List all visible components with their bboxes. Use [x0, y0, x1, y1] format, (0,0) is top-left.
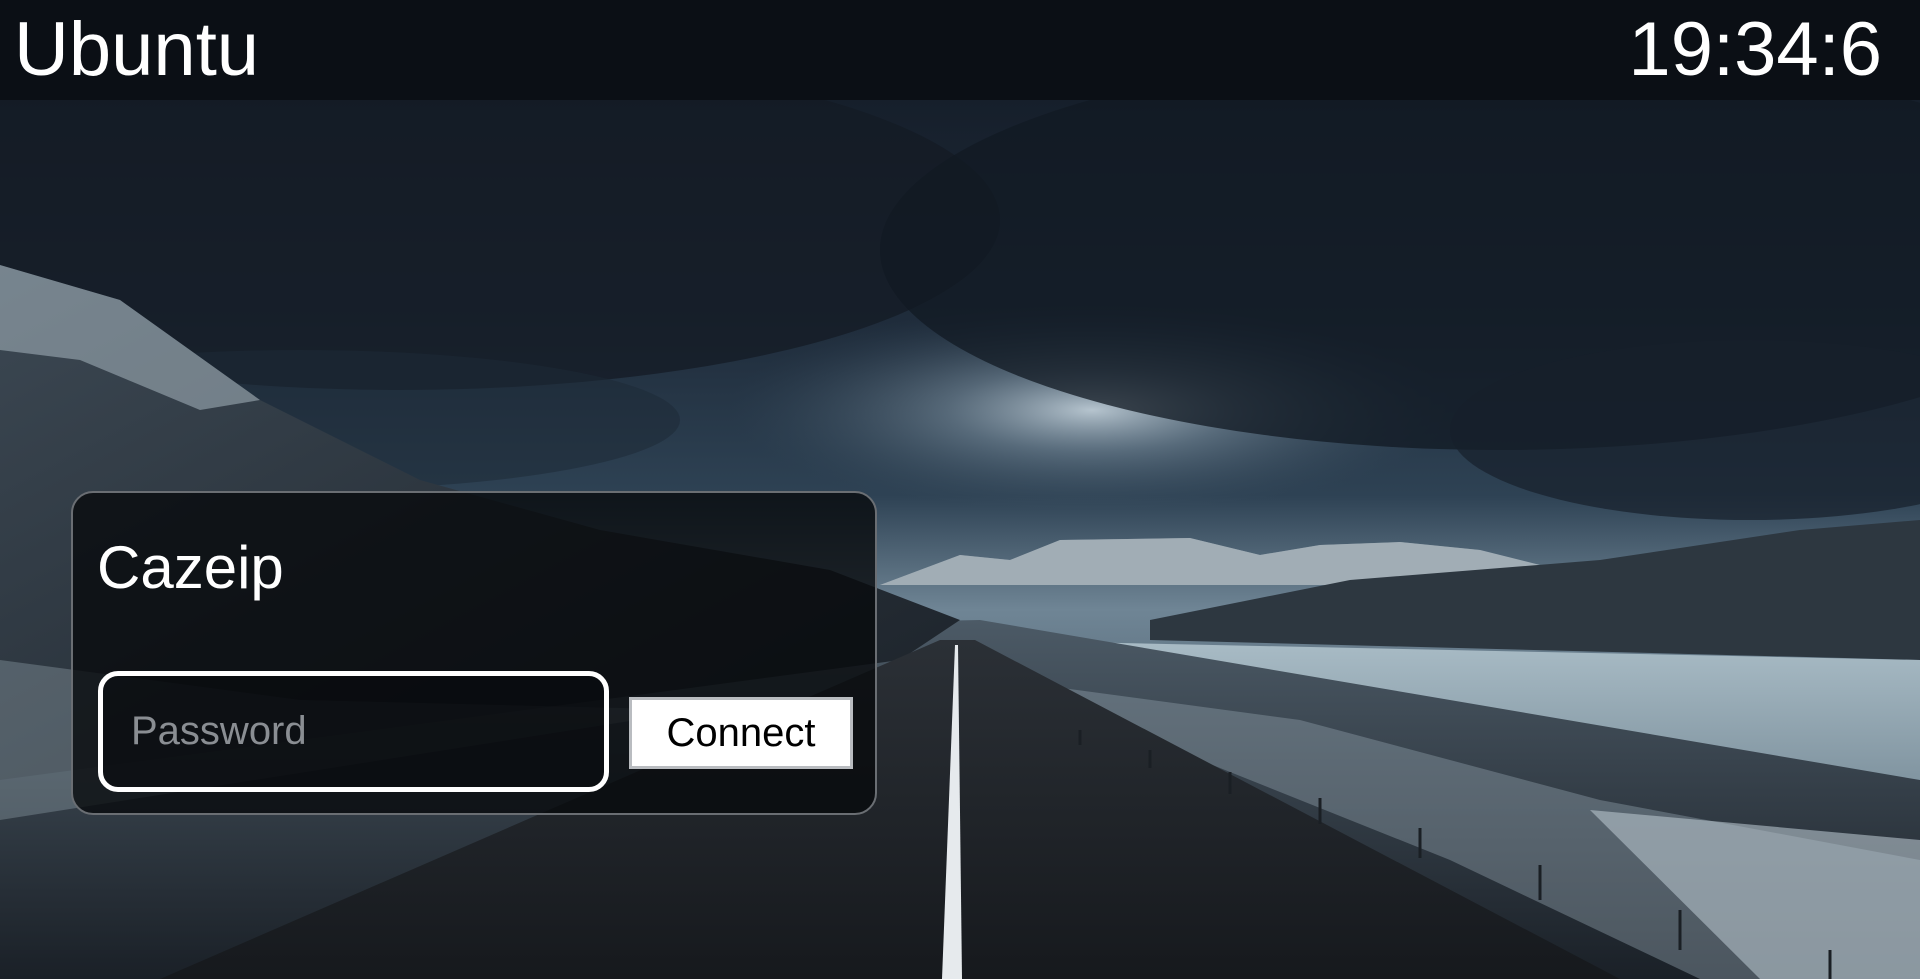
- top-bar: Ubuntu 19:34:6: [0, 0, 1920, 100]
- clock: 19:34:6: [1628, 7, 1882, 92]
- os-name: Ubuntu: [14, 7, 260, 92]
- login-screen: Ubuntu 19:34:6 Cazeip Connect: [0, 0, 1920, 979]
- username-label: Cazeip: [97, 534, 284, 601]
- password-field[interactable]: [98, 671, 609, 792]
- connect-button[interactable]: Connect: [629, 697, 853, 769]
- login-panel: Cazeip Connect: [71, 491, 877, 815]
